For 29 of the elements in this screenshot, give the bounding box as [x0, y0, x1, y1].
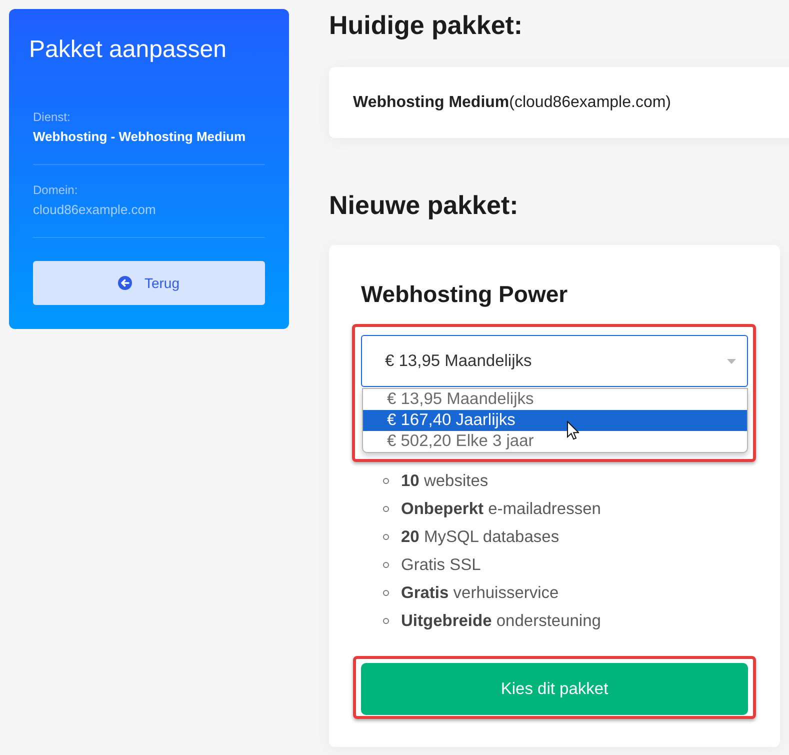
feature-text: Gratis verhuisservice — [401, 582, 559, 604]
section-heading: Nieuwe pakket: — [329, 189, 520, 221]
feature-text: Gratis SSL — [401, 554, 481, 576]
package-title: Webhosting Power — [361, 280, 569, 308]
dropdown-option[interactable]: € 502,20 Elke 3 jaar — [363, 431, 747, 452]
bullet-icon — [383, 478, 389, 484]
choose-package-button[interactable]: Kies dit pakket — [361, 663, 748, 715]
feature-text: 10 websites — [401, 470, 488, 492]
caret-icon — [727, 358, 736, 364]
dropdown-option[interactable]: € 167,40 Jaarlijks — [363, 410, 747, 431]
field-value: Webhosting - Webhosting Medium — [33, 128, 247, 146]
sidebar-title: Pakket aanpassen — [28, 36, 228, 64]
feature-text: Onbeperkt e-mailadressen — [401, 498, 601, 520]
bullet-icon — [383, 506, 389, 512]
bullet-icon — [383, 590, 389, 596]
bullet-icon — [383, 534, 389, 540]
mouse-pointer-icon — [567, 421, 579, 440]
package-text: Webhosting Medium(cloud86example.com) — [353, 92, 671, 112]
field-value: cloud86example.com — [33, 201, 157, 219]
bullet-icon — [383, 618, 389, 624]
feature-text: 20 MySQL databases — [401, 526, 560, 548]
field-label: Domein: — [33, 182, 79, 198]
feature-text: Uitgebreide ondersteuning — [401, 610, 601, 632]
section-heading: Huidige pakket: — [329, 9, 524, 41]
field-label: Dienst: — [33, 109, 72, 125]
billing-select[interactable]: € 13,95 Maandelijks — [361, 335, 748, 387]
back-button[interactable]: Terug — [33, 261, 265, 305]
dropdown-option[interactable]: € 13,95 Maandelijks — [363, 389, 747, 410]
bullet-icon — [383, 562, 389, 568]
